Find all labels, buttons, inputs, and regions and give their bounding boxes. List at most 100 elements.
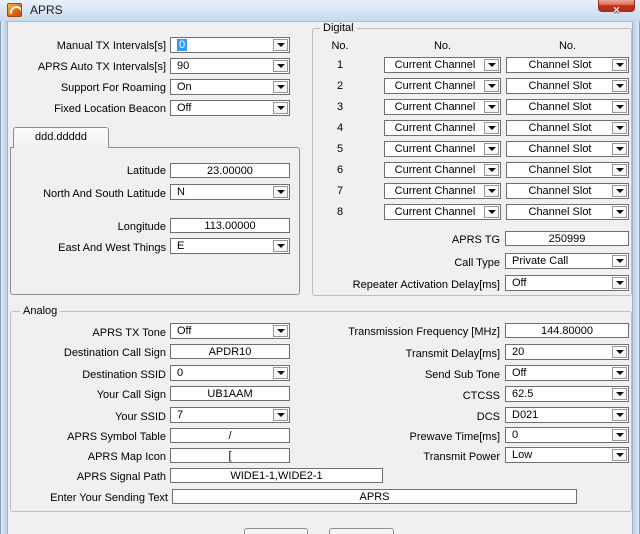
prewave-time-combo[interactable]: 0: [505, 427, 629, 443]
chevron-down-icon[interactable]: [273, 186, 288, 198]
chevron-down-icon[interactable]: [273, 39, 288, 51]
destination-ssid-label: Destination SSID: [10, 368, 166, 382]
aprs-auto-tx-intervals-combo[interactable]: 90: [170, 58, 290, 74]
manual-tx-intervals-combo[interactable]: 0: [170, 37, 290, 53]
transmission-frequency-input[interactable]: [505, 323, 629, 338]
manual-tx-intervals-label: Manual TX Intervals[s]: [10, 39, 166, 53]
chevron-down-icon[interactable]: [612, 122, 627, 134]
close-button[interactable]: ✕: [598, 0, 635, 12]
chevron-down-icon[interactable]: [484, 143, 499, 155]
digital-row-number: 3: [322, 100, 358, 114]
digital-row-number: 2: [322, 79, 358, 93]
aprs-map-icon-input[interactable]: [170, 448, 290, 463]
call-type-combo[interactable]: Private Call: [505, 253, 629, 269]
fixed-location-beacon-combo[interactable]: Off: [170, 100, 290, 116]
aprs-signal-path-input[interactable]: [170, 468, 383, 483]
destination-call-sign-input[interactable]: [170, 344, 290, 359]
chevron-down-icon[interactable]: [273, 367, 288, 379]
chevron-down-icon[interactable]: [612, 346, 627, 358]
support-for-roaming-combo[interactable]: On: [170, 79, 290, 95]
digital-slot-combo-3[interactable]: Channel Slot: [506, 99, 629, 115]
chevron-down-icon[interactable]: [484, 101, 499, 113]
chevron-down-icon[interactable]: [484, 185, 499, 197]
chevron-down-icon[interactable]: [273, 409, 288, 421]
chevron-down-icon[interactable]: [612, 101, 627, 113]
digital-channel-combo-2[interactable]: Current Channel: [384, 78, 501, 94]
aprs-tx-tone-combo[interactable]: Off: [170, 323, 290, 339]
chevron-down-icon[interactable]: [612, 206, 627, 218]
digital-slot-combo-1[interactable]: Channel Slot: [506, 57, 629, 73]
digital-channel-combo-1[interactable]: Current Channel: [384, 57, 501, 73]
transmit-power-combo[interactable]: Low: [505, 447, 629, 463]
digital-slot-combo-8[interactable]: Channel Slot: [506, 204, 629, 220]
latitude-label: Latitude: [10, 164, 166, 178]
sending-text-input[interactable]: [172, 489, 577, 504]
destination-ssid-combo[interactable]: 0: [170, 365, 290, 381]
chevron-down-icon[interactable]: [612, 185, 627, 197]
call-type-label: Call Type: [312, 256, 500, 270]
longitude-input[interactable]: [170, 218, 290, 233]
digital-row-number: 6: [322, 163, 358, 177]
digital-channel-combo-6[interactable]: Current Channel: [384, 162, 501, 178]
aprs-signal-path-label: APRS Signal Path: [10, 470, 166, 484]
digital-slot-combo-5[interactable]: Channel Slot: [506, 141, 629, 157]
tab-ddd-ddddd[interactable]: ddd.ddddd: [13, 127, 109, 148]
longitude-label: Longitude: [10, 220, 166, 234]
transmit-delay-combo[interactable]: 20: [505, 344, 629, 360]
your-call-sign-label: Your Call Sign: [10, 388, 166, 402]
titlebar[interactable]: APRS ✕: [0, 0, 640, 22]
chevron-down-icon[interactable]: [612, 429, 627, 441]
destination-call-sign-label: Destination Call Sign: [10, 346, 166, 360]
bottom-button-right[interactable]: [329, 528, 394, 534]
chevron-down-icon[interactable]: [484, 80, 499, 92]
digital-channel-combo-3[interactable]: Current Channel: [384, 99, 501, 115]
ctcss-combo[interactable]: 62.5: [505, 386, 629, 402]
east-west-combo[interactable]: E: [170, 238, 290, 254]
dcs-combo[interactable]: D021: [505, 407, 629, 423]
chevron-down-icon[interactable]: [484, 122, 499, 134]
chevron-down-icon[interactable]: [273, 240, 288, 252]
digital-row-number: 5: [322, 142, 358, 156]
fixed-location-beacon-label: Fixed Location Beacon: [10, 102, 166, 116]
digital-slot-combo-7[interactable]: Channel Slot: [506, 183, 629, 199]
your-call-sign-input[interactable]: [170, 386, 290, 401]
repeater-activation-delay-label: Repeater Activation Delay[ms]: [312, 278, 500, 292]
digital-channel-combo-4[interactable]: Current Channel: [384, 120, 501, 136]
repeater-activation-delay-combo[interactable]: Off: [505, 275, 629, 291]
bottom-button-left[interactable]: [244, 528, 308, 534]
send-sub-tone-combo[interactable]: Off: [505, 365, 629, 381]
aprs-tg-label: APRS TG: [312, 233, 500, 247]
chevron-down-icon[interactable]: [612, 80, 627, 92]
chevron-down-icon[interactable]: [612, 277, 627, 289]
window-title: APRS: [30, 3, 63, 17]
your-ssid-combo[interactable]: 7: [170, 407, 290, 423]
chevron-down-icon[interactable]: [484, 164, 499, 176]
transmit-delay-label: Transmit Delay[ms]: [312, 347, 500, 361]
digital-slot-combo-4[interactable]: Channel Slot: [506, 120, 629, 136]
chevron-down-icon[interactable]: [484, 59, 499, 71]
digital-channel-combo-7[interactable]: Current Channel: [384, 183, 501, 199]
chevron-down-icon[interactable]: [612, 409, 627, 421]
chevron-down-icon[interactable]: [612, 255, 627, 267]
aprs-tx-tone-label: APRS TX Tone: [10, 326, 166, 340]
chevron-down-icon[interactable]: [273, 60, 288, 72]
digital-slot-combo-6[interactable]: Channel Slot: [506, 162, 629, 178]
digital-channel-combo-5[interactable]: Current Channel: [384, 141, 501, 157]
chevron-down-icon[interactable]: [273, 325, 288, 337]
chevron-down-icon[interactable]: [612, 143, 627, 155]
aprs-symbol-table-label: APRS Symbol Table: [10, 430, 166, 444]
chevron-down-icon[interactable]: [612, 367, 627, 379]
aprs-symbol-table-input[interactable]: [170, 428, 290, 443]
chevron-down-icon[interactable]: [273, 102, 288, 114]
digital-channel-combo-8[interactable]: Current Channel: [384, 204, 501, 220]
chevron-down-icon[interactable]: [484, 206, 499, 218]
chevron-down-icon[interactable]: [273, 81, 288, 93]
latitude-input[interactable]: [170, 163, 290, 178]
chevron-down-icon[interactable]: [612, 388, 627, 400]
chevron-down-icon[interactable]: [612, 59, 627, 71]
digital-slot-combo-2[interactable]: Channel Slot: [506, 78, 629, 94]
aprs-tg-input[interactable]: [505, 231, 629, 246]
chevron-down-icon[interactable]: [612, 164, 627, 176]
chevron-down-icon[interactable]: [612, 449, 627, 461]
north-south-latitude-combo[interactable]: N: [170, 184, 290, 200]
